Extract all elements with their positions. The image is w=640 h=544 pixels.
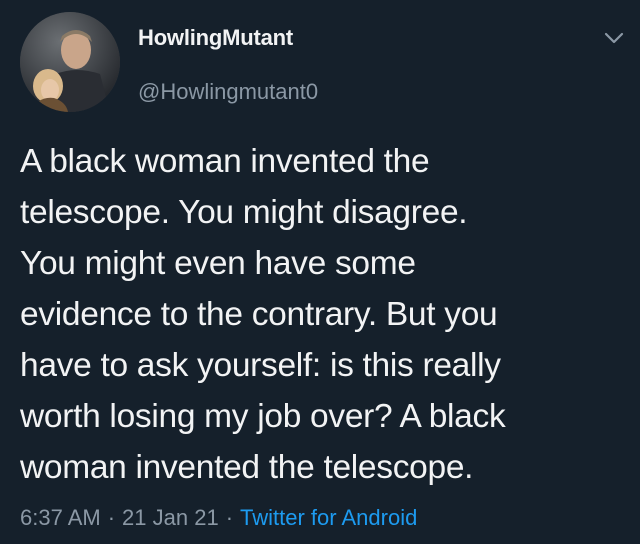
- meta-separator: ·: [107, 505, 116, 530]
- tweet-time[interactable]: 6:37 AM: [20, 505, 101, 530]
- author-handle[interactable]: @Howlingmutant0: [138, 79, 318, 105]
- author-display-name[interactable]: HowlingMutant: [138, 25, 293, 51]
- avatar[interactable]: [20, 12, 120, 112]
- tweet-text: A black woman invented the telescope. Yo…: [20, 143, 506, 486]
- profile-photo: [20, 12, 120, 112]
- tweet-card: HowlingMutant @Howlingmutant0 A black wo…: [0, 0, 640, 544]
- tweet-source-link[interactable]: Twitter for Android: [240, 505, 417, 530]
- tweet-metadata: 6:37 AM · 21 Jan 21 · Twitter for Android: [20, 505, 417, 531]
- meta-separator: ·: [225, 505, 234, 530]
- tweet-date[interactable]: 21 Jan 21: [122, 505, 219, 530]
- chevron-down-icon[interactable]: [602, 30, 626, 46]
